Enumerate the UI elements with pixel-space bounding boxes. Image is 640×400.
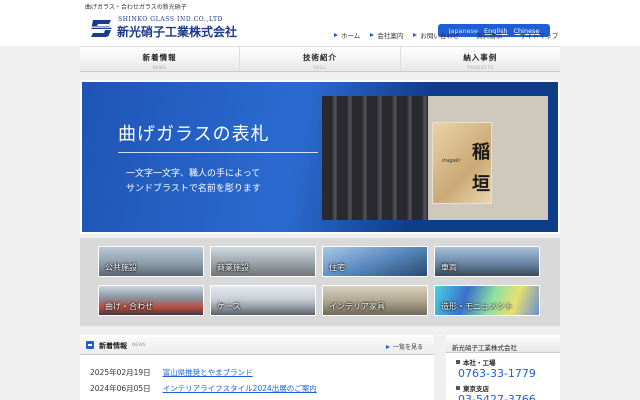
tokyo-label: 東京支店 [463, 385, 489, 393]
news-item: 2025年02月19日 富山県推奨とやまブランド [90, 367, 253, 378]
util-nav-label: お問い合わせ [420, 32, 460, 40]
news-more-link[interactable]: 一覧を見る [386, 342, 423, 351]
company-name: 新光硝子工業株式会社 [452, 344, 517, 352]
category-label: 商業施設 [217, 263, 249, 272]
category-label: 車両 [441, 263, 457, 272]
news-link[interactable]: 富山県推奨とやまブランド [163, 367, 253, 378]
category-label: 造形・モニュメント [441, 302, 513, 311]
util-nav-request[interactable]: 資料請求 [469, 30, 502, 40]
news-item: 2024年06月05日 インテリアライフスタイル2024出展のご案内 [90, 383, 317, 394]
util-nav-company[interactable]: 会社案内 [370, 30, 403, 40]
gnav-tab-news[interactable]: 新着情報 NEWS [80, 47, 241, 71]
gnav-tab-label: 新着情報 [142, 53, 177, 62]
category-tile-case[interactable]: ケース [210, 285, 316, 316]
news-more-label: 一覧を見る [393, 344, 424, 351]
hero-subtitle-line1: 一文字一文字、職人の手によって [126, 169, 261, 179]
category-tile-commercial[interactable]: 商業施設 [210, 246, 316, 277]
company-info-box: 新光硝子工業株式会社 本社・工場 0763-33-1779 東京支店 03-54… [446, 335, 560, 400]
nameplate-char-2: 垣 [472, 174, 490, 195]
news-date: 2024年06月05日 [90, 384, 151, 393]
news-title-en: NEWS [132, 343, 146, 348]
category-label: 公共施設 [105, 263, 137, 272]
nameplate-romaji: inagaki [442, 158, 461, 164]
category-tile-vehicles[interactable]: 車両 [434, 246, 540, 277]
hero-title: 曲げガラスの表札 [118, 124, 270, 145]
category-tile-monument[interactable]: 造形・モニュメント [434, 285, 540, 316]
hero-subtitle-line2: サンドブラストで名前を彫ります [126, 184, 261, 194]
category-tile-public[interactable]: 公共施設 [98, 246, 204, 277]
hq-label-row: 本社・工場 [456, 357, 496, 367]
category-tile-interior[interactable]: インテリア家具 [322, 285, 428, 316]
gnav-tab-sublabel: NEWS [152, 65, 167, 70]
gnav-tab-label: 技術紹介 [302, 53, 337, 62]
arrow-right-icon [334, 33, 338, 37]
square-bullet-icon [456, 386, 460, 390]
util-nav-label: 会社案内 [377, 32, 404, 40]
site-tagline: 曲げガラス・合わせガラスの新光硝子 [85, 4, 187, 11]
site-header: SHINKO GLASS IND.CO.,LTD 新光硝子工業株式会社 Japa… [0, 12, 640, 46]
util-nav-label: サイトマップ [519, 32, 559, 40]
square-bullet-icon [456, 360, 460, 364]
nameplate-photo: inagaki 稲 垣 [322, 96, 548, 220]
category-label: インテリア家具 [329, 302, 385, 311]
arrow-right-icon [370, 33, 375, 37]
news-section: 新着情報 NEWS 一覧を見る 2025年02月19日 富山県推奨とやまブランド… [80, 335, 434, 400]
hero-banner[interactable]: 曲げガラスの表札 一文字一文字、職人の手によって サンドブラストで名前を彫ります… [80, 80, 560, 234]
news-link[interactable]: インテリアライフスタイル2024出展のご案内 [163, 383, 317, 394]
company-logo-icon[interactable] [89, 17, 115, 39]
news-date: 2025年02月19日 [90, 368, 151, 377]
category-label: 曲げ・合わせ [105, 302, 153, 311]
arrow-right-icon [512, 33, 517, 37]
util-nav-home[interactable]: ホーム [334, 30, 360, 40]
nameplate-char-1: 稲 [472, 142, 490, 163]
logo-japanese-name[interactable]: 新光硝子工業株式会社 [117, 23, 237, 40]
hq-label: 本社・工場 [463, 359, 496, 367]
util-nav-label: ホーム [341, 32, 361, 40]
gnav-tab-sublabel: SKILL [313, 65, 327, 70]
category-tile-housing[interactable]: 住宅 [322, 246, 428, 277]
util-nav-contact[interactable]: お問い合わせ [413, 30, 459, 40]
arrow-right-icon [386, 344, 390, 349]
gnav-tab-sublabel: PRODUCTS [467, 65, 494, 70]
news-icon [86, 341, 94, 349]
util-nav-label: 資料請求 [476, 32, 503, 40]
arrow-right-icon [413, 33, 418, 37]
category-tile-bending[interactable]: 曲げ・合わせ [98, 285, 204, 316]
util-nav-sitemap[interactable]: サイトマップ [512, 30, 558, 40]
news-title: 新着情報 [99, 342, 127, 350]
tokyo-label-row: 東京支店 [456, 383, 489, 393]
top-bar: 曲げガラス・合わせガラスの新光硝子 [0, 0, 640, 12]
category-label: ケース [217, 302, 241, 311]
hq-phone[interactable]: 0763-33-1779 [458, 367, 536, 380]
company-info-header: 新光硝子工業株式会社 [446, 337, 560, 353]
news-header: 新着情報 NEWS 一覧を見る [80, 337, 434, 355]
gnav-tab-skill[interactable]: 技術紹介 SKILL [240, 47, 401, 71]
arrow-right-icon [469, 33, 474, 37]
hero-divider [118, 152, 318, 153]
hero-slide: 曲げガラスの表札 一文字一文字、職人の手によって サンドブラストで名前を彫ります… [82, 82, 558, 232]
category-label: 住宅 [329, 263, 345, 272]
category-grid: 公共施設 商業施設 住宅 車両 曲げ・合わせ ケース インテリア家具 造形・モニ… [80, 238, 560, 326]
gnav-tab-products[interactable]: 納入事例 PRODUCTS [401, 47, 560, 71]
utility-nav: ホーム 会社案内 お問い合わせ 資料請求 サイトマップ [334, 30, 558, 40]
gnav-tab-label: 納入事例 [463, 53, 498, 62]
tokyo-phone[interactable]: 03-5427-3766 [458, 393, 536, 400]
logo-english-name: SHINKO GLASS IND.CO.,LTD [118, 16, 224, 23]
global-nav: 新着情報 NEWS 技術紹介 SKILL 納入事例 PRODUCTS [80, 46, 560, 72]
